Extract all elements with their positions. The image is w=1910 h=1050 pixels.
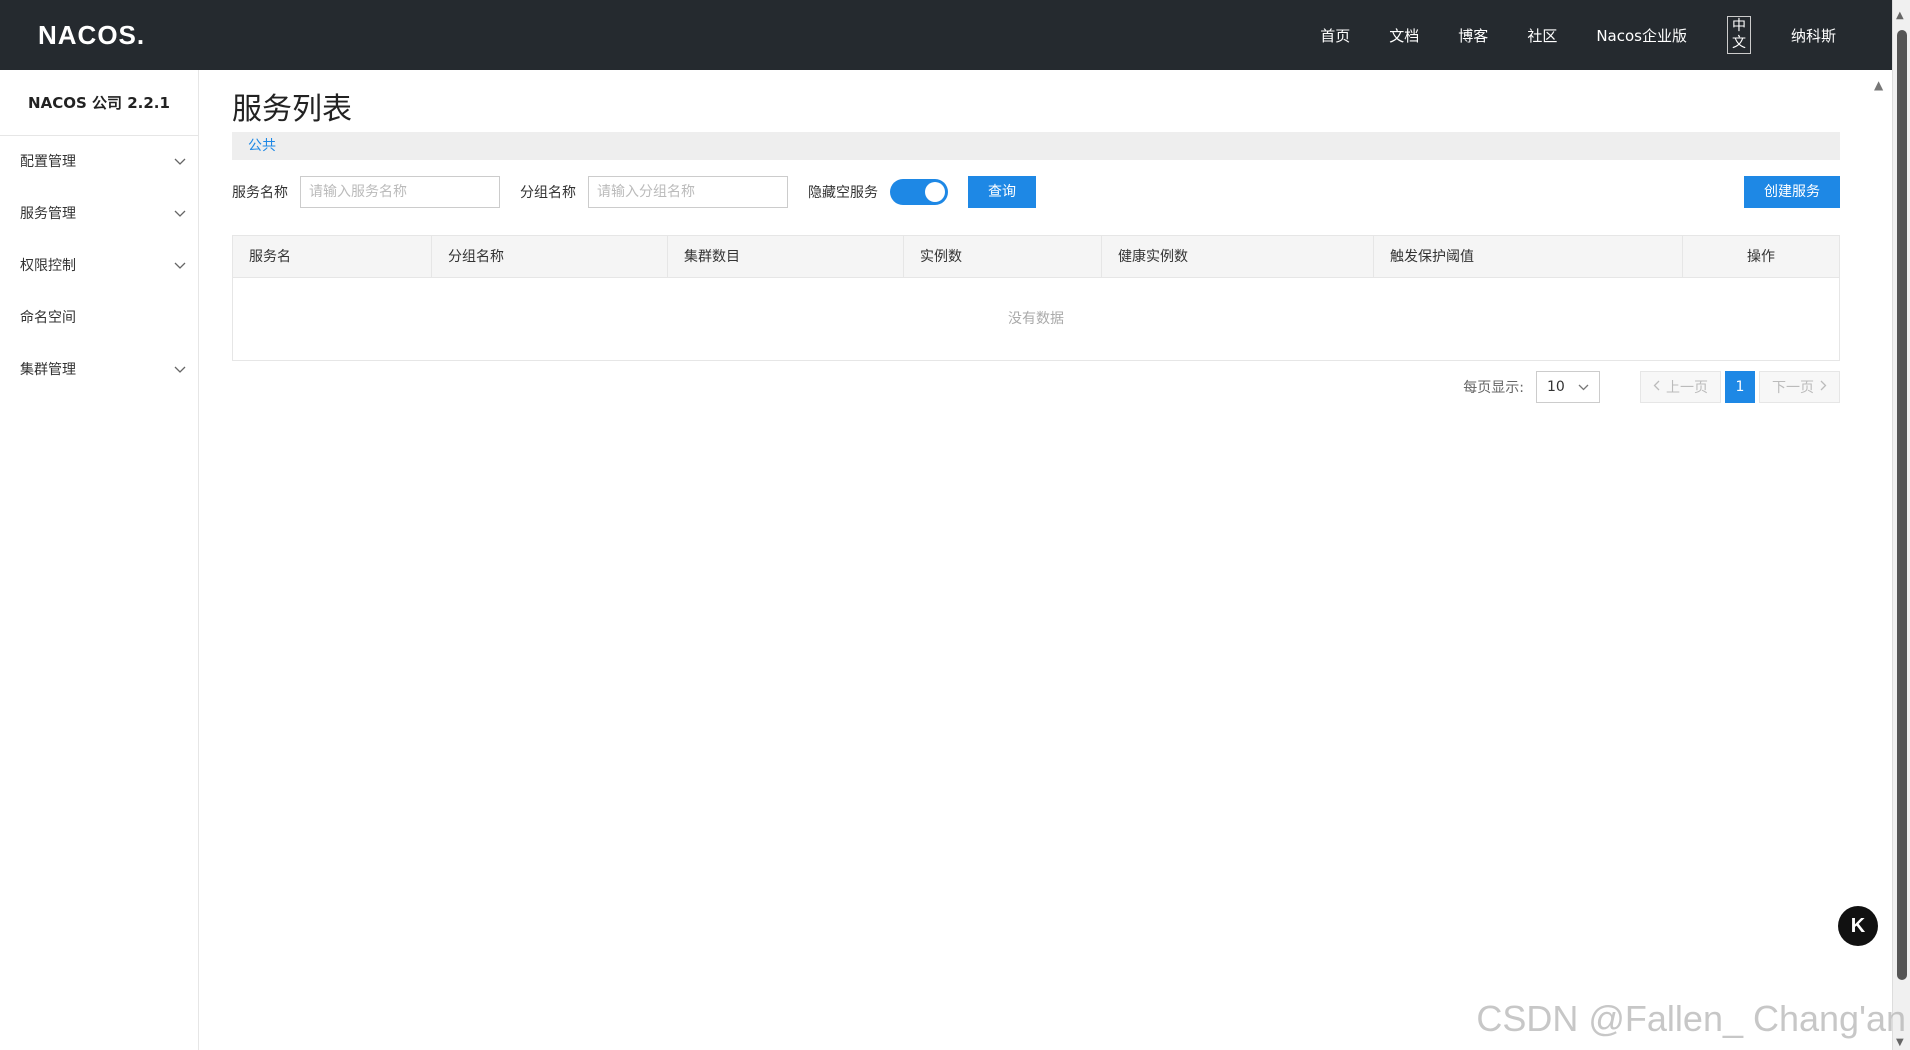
column-header-healthy-instances: 健康实例数: [1102, 236, 1374, 277]
sidebar-item-services[interactable]: 服务管理: [0, 188, 198, 240]
chevron-left-icon: [1653, 379, 1660, 395]
sidebar-item-cluster[interactable]: 集群管理: [0, 344, 198, 396]
sidebar-item-label: 集群管理: [20, 362, 76, 378]
page-scrollbar[interactable]: ▲ ▼: [1892, 0, 1910, 1050]
nav-link-docs[interactable]: 文档: [1389, 25, 1419, 46]
sidebar-title: NACOS 公司 2.2.1: [0, 70, 198, 136]
nav-link-blog[interactable]: 博客: [1458, 25, 1488, 46]
hide-empty-label: 隐藏空服务: [808, 185, 878, 201]
hide-empty-toggle[interactable]: [890, 179, 948, 205]
language-switch[interactable]: 中文: [1726, 16, 1751, 54]
floating-assistant-button[interactable]: K: [1838, 906, 1878, 946]
column-header-cluster-count: 集群数目: [668, 236, 904, 277]
top-nav: 首页 文档 博客 社区 Nacos企业版 中文 纳科斯: [1281, 0, 1836, 70]
prev-page-label: 上一页: [1666, 380, 1708, 396]
nacos-logo[interactable]: NACOS.: [38, 17, 145, 53]
chevron-down-icon: [1578, 379, 1589, 395]
column-header-instance-count: 实例数: [904, 236, 1102, 277]
chevron-right-icon: [1820, 379, 1827, 395]
column-header-protect-threshold: 触发保护阈值: [1374, 236, 1683, 277]
toggle-knob: [925, 182, 945, 202]
main-content: 服务列表 公共 服务名称 分组名称 隐藏空服务 查询 创建服务 服务名 分组名称…: [232, 70, 1840, 403]
column-header-service-name: 服务名: [233, 236, 432, 277]
service-table: 服务名 分组名称 集群数目 实例数 健康实例数 触发保护阈值 操作 没有数据: [232, 235, 1840, 361]
prev-page-button[interactable]: 上一页: [1640, 371, 1721, 403]
service-name-label: 服务名称: [232, 185, 288, 201]
pagination: 每页显示: 10 上一页 1 下一页: [232, 371, 1840, 403]
page-size-value: 10: [1547, 379, 1565, 395]
create-service-button[interactable]: 创建服务: [1744, 176, 1840, 208]
chevron-down-icon: [174, 344, 186, 396]
scroll-thumb[interactable]: [1897, 30, 1907, 980]
column-header-actions: 操作: [1747, 249, 1775, 265]
query-button[interactable]: 查询: [968, 176, 1036, 208]
logo-text: NACOS.: [38, 20, 146, 50]
next-page-button[interactable]: 下一页: [1759, 371, 1840, 403]
sidebar-item-label: 配置管理: [20, 154, 76, 170]
sidebar-item-permissions[interactable]: 权限控制: [0, 240, 198, 292]
sidebar-item-namespace[interactable]: 命名空间: [0, 292, 198, 344]
page-size-select[interactable]: 10: [1536, 371, 1600, 403]
sidebar: NACOS 公司 2.2.1 配置管理 服务管理 权限控制 命名空间 集群管理: [0, 70, 199, 1050]
table-empty-state: 没有数据: [1008, 311, 1064, 327]
sidebar-item-label: 服务管理: [20, 206, 76, 222]
sidebar-item-label: 命名空间: [20, 310, 76, 326]
nav-link-enterprise[interactable]: Nacos企业版: [1596, 25, 1687, 46]
sidebar-item-label: 权限控制: [20, 258, 76, 274]
page-title: 服务列表: [232, 92, 352, 127]
page-number-current[interactable]: 1: [1725, 371, 1755, 403]
table-header: 服务名 分组名称 集群数目 实例数 健康实例数 触发保护阈值 操作: [233, 236, 1839, 278]
watermark: CSDN @Fallen_ Chang'an: [1476, 998, 1906, 1039]
column-header-group-name: 分组名称: [432, 236, 668, 277]
group-name-label: 分组名称: [520, 185, 576, 201]
top-nav-bar: NACOS. 首页 文档 博客 社区 Nacos企业版 中文 纳科斯: [0, 0, 1892, 70]
chevron-down-icon: [174, 136, 186, 188]
service-name-input[interactable]: [300, 176, 500, 208]
nav-link-home[interactable]: 首页: [1320, 25, 1350, 46]
group-name-input[interactable]: [588, 176, 788, 208]
nav-link-community[interactable]: 社区: [1527, 25, 1557, 46]
next-page-label: 下一页: [1772, 380, 1814, 396]
sidebar-item-config[interactable]: 配置管理: [0, 136, 198, 188]
chevron-down-icon: [174, 188, 186, 240]
scroll-up-icon[interactable]: ▲: [1896, 10, 1904, 21]
namespace-bar: 公共: [232, 132, 1840, 160]
chevron-down-icon: [174, 240, 186, 292]
filter-row: 服务名称 分组名称 隐藏空服务 查询 创建服务: [232, 176, 1840, 208]
scroll-up-arrow-icon[interactable]: ▲: [1874, 78, 1883, 92]
page-size-label: 每页显示:: [1463, 380, 1524, 396]
namespace-link-public[interactable]: 公共: [248, 138, 276, 154]
user-menu[interactable]: 纳科斯: [1791, 25, 1836, 46]
